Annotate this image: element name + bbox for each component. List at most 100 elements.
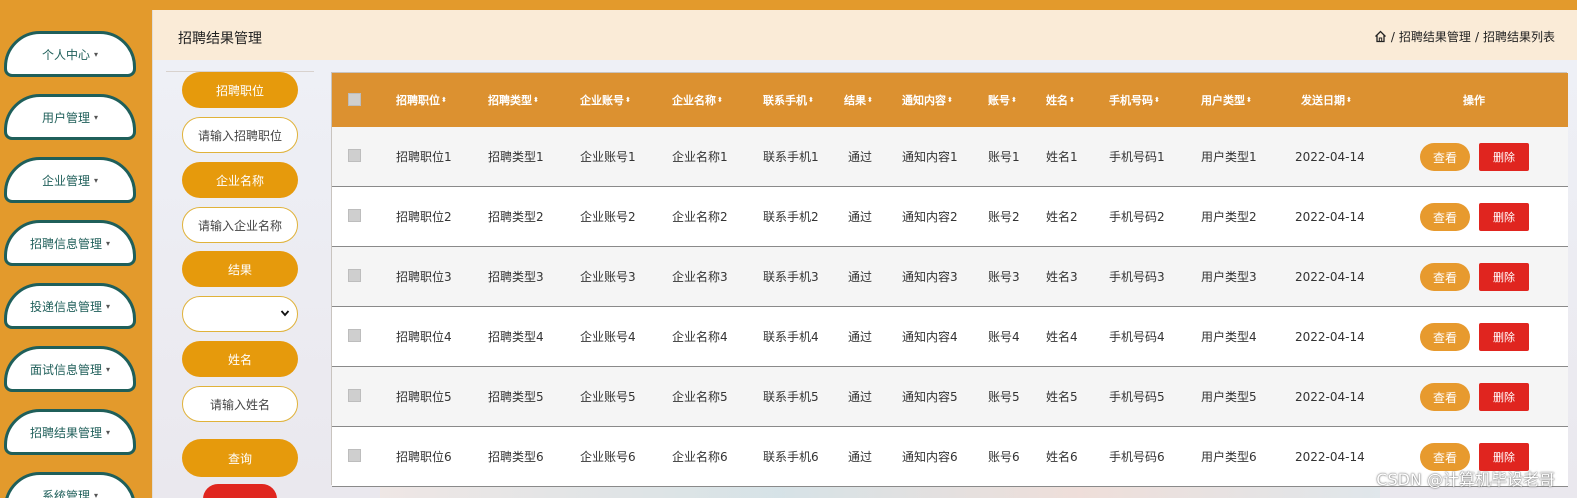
breadcrumb-separator: / [1474, 29, 1479, 44]
cell-user-type: 用户类型6 [1201, 450, 1257, 464]
breadcrumb-item-current: 招聘结果列表 [1482, 30, 1555, 44]
view-button[interactable]: 查看 [1420, 263, 1470, 291]
view-button[interactable]: 查看 [1420, 143, 1470, 171]
delete-button[interactable]: 删除 [1479, 383, 1529, 411]
search-button[interactable]: 查询 [182, 439, 298, 477]
sort-icon: ⬍ [1154, 95, 1160, 104]
column-header[interactable]: 企业账号 ⬍ [580, 73, 631, 127]
company-input[interactable]: 请输入企业名称 [182, 207, 298, 243]
cell-account: 账号3 [988, 270, 1020, 284]
delete-button[interactable]: 删除 [1479, 263, 1529, 291]
column-header[interactable]: 账号 ⬍ [988, 73, 1017, 127]
top-bar [0, 0, 1577, 10]
company-label: 企业名称 [182, 162, 298, 198]
view-button[interactable]: 查看 [1420, 203, 1470, 231]
watermark: CSDN @计算机毕设老哥 [1376, 470, 1555, 489]
cell-notice: 通知内容2 [902, 210, 958, 224]
column-header[interactable]: 发送日期 ⬍ [1301, 73, 1352, 127]
cell-position: 招聘职位1 [396, 150, 452, 164]
sidebar-item-interview-info[interactable]: 面试信息管理 ▾ [4, 346, 136, 392]
sort-icon: ⬍ [533, 95, 539, 104]
column-header-label: 通知内容 [902, 94, 946, 107]
view-button[interactable]: 查看 [1420, 323, 1470, 351]
table-header: 招聘职位 ⬍ 招聘类型 ⬍ 企业账号 ⬍ 企业名称 ⬍ 联系手机 ⬍ 结果 ⬍ 通知内容 ⬍ … [332, 73, 1568, 127]
column-header[interactable]: 用户类型 ⬍ [1201, 73, 1252, 127]
sort-icon: ⬍ [1346, 95, 1352, 104]
cell-name: 姓名6 [1046, 450, 1078, 464]
row-checkbox[interactable] [348, 389, 361, 402]
cell-send-date: 2022-04-14 [1295, 329, 1365, 344]
row-checkbox[interactable] [348, 449, 361, 462]
cell-company-account: 企业账号5 [580, 390, 636, 404]
column-header[interactable]: 招聘类型 ⬍ [488, 73, 539, 127]
result-select[interactable] [182, 296, 298, 332]
sidebar-item-system-management[interactable]: 系统管理 ▾ [4, 472, 136, 498]
column-header[interactable]: 手机号码 ⬍ [1109, 73, 1160, 127]
select-all-checkbox[interactable] [348, 93, 361, 106]
name-input[interactable]: 请输入姓名 [182, 386, 298, 422]
cell-name: 姓名4 [1046, 330, 1078, 344]
cell-company-name: 企业名称4 [672, 330, 728, 344]
column-header[interactable]: 招聘职位 ⬍ [396, 73, 447, 127]
column-header[interactable]: 通知内容 ⬍ [902, 73, 953, 127]
sidebar-item-recruit-result[interactable]: 招聘结果管理 ▾ [4, 409, 136, 455]
sort-icon: ⬍ [1069, 95, 1075, 104]
column-header-label: 姓名 [1046, 94, 1068, 107]
cell-account: 账号1 [988, 150, 1020, 164]
cell-phone: 手机号码4 [1109, 330, 1165, 344]
cell-user-type: 用户类型3 [1201, 270, 1257, 284]
sort-icon: ⬍ [717, 95, 723, 104]
column-header[interactable]: 企业名称 ⬍ [672, 73, 723, 127]
delete-button[interactable]: 删除 [1479, 143, 1529, 171]
cell-type: 招聘类型4 [488, 330, 544, 344]
table-row: 招聘职位2 招聘类型2 企业账号2 企业名称2 联系手机2 通过 通知内容2 账号2 姓名2 手机… [332, 187, 1568, 247]
page-header: 招聘结果管理 / 招聘结果管理 / 招聘结果列表 [153, 10, 1577, 60]
cell-result: 通过 [848, 270, 873, 284]
sidebar-item-user-management[interactable]: 用户管理 ▾ [4, 94, 136, 140]
sidebar-item-delivery-info[interactable]: 投递信息管理 ▾ [4, 283, 136, 329]
row-checkbox[interactable] [348, 209, 361, 222]
cell-type: 招聘类型5 [488, 390, 544, 404]
cell-type: 招聘类型6 [488, 450, 544, 464]
sidebar-item-label: 个人中心 [41, 47, 90, 62]
cell-user-type: 用户类型4 [1201, 330, 1257, 344]
sidebar-item-company-management[interactable]: 企业管理 ▾ [4, 157, 136, 203]
view-button[interactable]: 查看 [1420, 383, 1470, 411]
cell-contact-phone: 联系手机3 [763, 270, 819, 284]
column-header[interactable]: 联系手机 ⬍ [763, 73, 814, 127]
cell-send-date: 2022-04-14 [1295, 389, 1365, 404]
sidebar-item-label: 系统管理 [41, 488, 90, 498]
position-input[interactable]: 请输入招聘职位 [182, 117, 298, 153]
column-header-label: 联系手机 [763, 94, 807, 107]
row-checkbox[interactable] [348, 329, 361, 342]
sort-icon: ⬍ [441, 95, 447, 104]
results-table: 招聘职位 ⬍ 招聘类型 ⬍ 企业账号 ⬍ 企业名称 ⬍ 联系手机 ⬍ 结果 ⬍ 通知内容 ⬍ … [331, 72, 1568, 487]
row-checkbox[interactable] [348, 149, 361, 162]
cell-name: 姓名2 [1046, 210, 1078, 224]
row-checkbox[interactable] [348, 269, 361, 282]
sort-icon: ⬍ [625, 95, 631, 104]
result-label: 结果 [182, 251, 298, 287]
column-header[interactable]: 结果 ⬍ [844, 73, 873, 127]
delete-button[interactable]: 删除 [1479, 323, 1529, 351]
delete-button[interactable]: 删除 [1479, 203, 1529, 231]
cell-send-date: 2022-04-14 [1295, 209, 1365, 224]
position-label: 招聘职位 [182, 72, 298, 108]
table-row: 招聘职位3 招聘类型3 企业账号3 企业名称3 联系手机3 通过 通知内容3 账号3 姓名3 手机… [332, 247, 1568, 307]
cell-position: 招聘职位5 [396, 390, 452, 404]
cell-result: 通过 [848, 330, 873, 344]
column-header[interactable]: 姓名 ⬍ [1046, 73, 1075, 127]
add-button[interactable] [203, 484, 277, 498]
cell-company-name: 企业名称1 [672, 150, 728, 164]
cell-contact-phone: 联系手机1 [763, 150, 819, 164]
cell-notice: 通知内容4 [902, 330, 958, 344]
breadcrumb-item[interactable]: 招聘结果管理 [1399, 28, 1471, 45]
sidebar-item-recruit-info[interactable]: 招聘信息管理 ▾ [4, 220, 136, 266]
cell-company-account: 企业账号4 [580, 330, 636, 344]
cell-contact-phone: 联系手机4 [763, 330, 819, 344]
sidebar-item-label: 面试信息管理 [29, 362, 102, 377]
cell-name: 姓名5 [1046, 390, 1078, 404]
home-icon[interactable] [1374, 30, 1387, 43]
cell-name: 姓名3 [1046, 270, 1078, 284]
sidebar-item-personal-center[interactable]: 个人中心 ▾ [4, 31, 136, 77]
